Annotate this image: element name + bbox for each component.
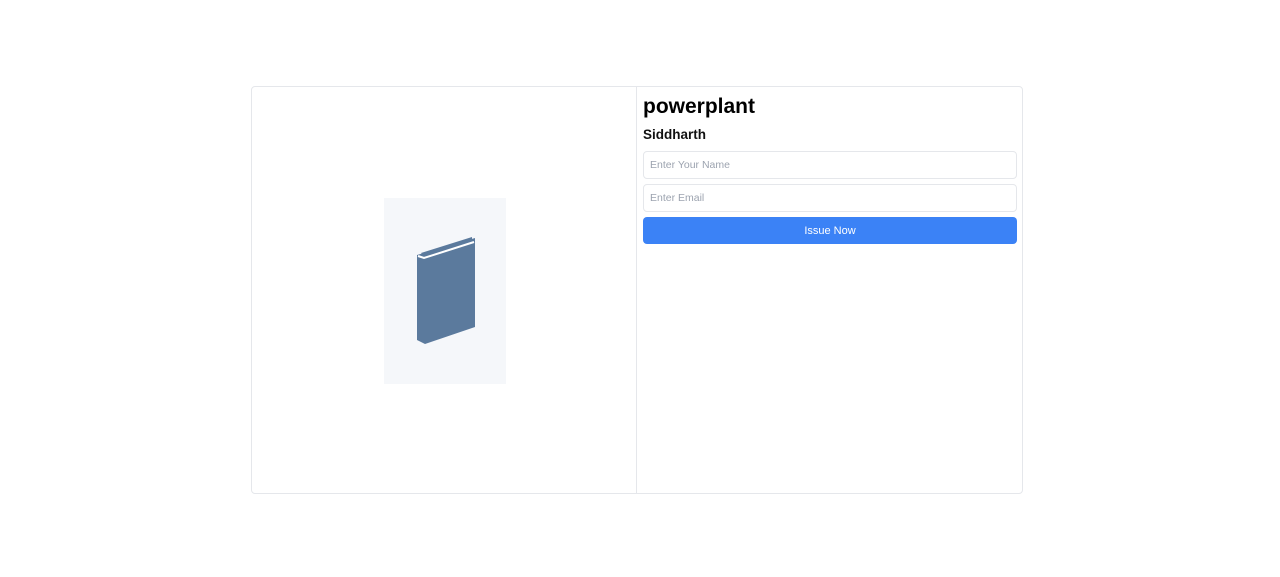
book-icon bbox=[412, 231, 478, 352]
issue-now-button[interactable]: Issue Now bbox=[643, 217, 1017, 244]
book-cover-pane bbox=[252, 87, 637, 493]
book-author: Siddharth bbox=[643, 127, 706, 142]
email-input[interactable] bbox=[643, 184, 1017, 212]
name-input[interactable] bbox=[643, 151, 1017, 179]
book-title: powerplant bbox=[643, 95, 756, 118]
issue-form-pane: powerplant Siddharth Issue Now bbox=[637, 87, 1022, 493]
book-detail-card: powerplant Siddharth Issue Now bbox=[251, 86, 1023, 494]
book-cover bbox=[384, 198, 506, 384]
